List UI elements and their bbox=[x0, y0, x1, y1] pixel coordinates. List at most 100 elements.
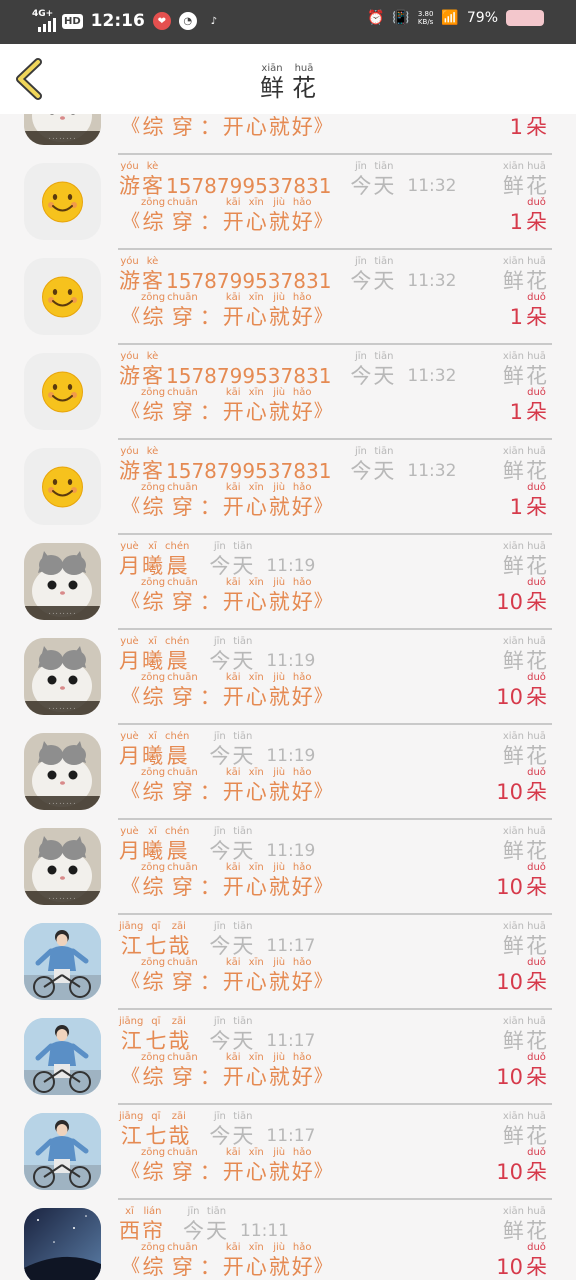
list-item[interactable]: xī 西 lián 帘 jīn 今 tiān 天 11:11 《 zōng 综 chuān 穿： kāi 开 x… bbox=[0, 1200, 576, 1280]
quote-open: 《 bbox=[122, 591, 140, 612]
cat-avatar[interactable]: · · · · · · · · bbox=[24, 638, 101, 715]
cat-avatar[interactable]: · · · · · · · · bbox=[24, 733, 101, 810]
man-bike-avatar[interactable] bbox=[24, 1113, 101, 1190]
pinyin: jīn bbox=[354, 351, 367, 362]
night-sky-avatar[interactable] bbox=[24, 1208, 101, 1280]
ruby-char: chuān 穿 bbox=[167, 197, 198, 235]
pinyin: jīn bbox=[187, 1206, 200, 1217]
hanzi: 朵 bbox=[526, 970, 547, 994]
time-value: 11:17 bbox=[266, 1031, 316, 1051]
cat-avatar[interactable]: · · · · · · · · bbox=[24, 828, 101, 905]
list-item[interactable]: · · · · · · · · yuè 月 xī 曦 chén 晨 jīn 今 tiān 天 11:1… bbox=[0, 535, 576, 630]
flower-label: xiān 鲜 huā 花 bbox=[502, 921, 548, 959]
pinyin: kè bbox=[146, 256, 159, 267]
list-item[interactable]: · · · · · · · · yuè 月 xī 曦 chén 晨 jīn 今 tiān 天 11:1… bbox=[0, 725, 576, 820]
list-item[interactable]: · · · · · · · · yuè 月 xī 曦 chén 晨 jīn 今 tiān 天 11:1… bbox=[0, 820, 576, 915]
pinyin: jiù bbox=[273, 197, 286, 208]
list-item[interactable]: jiāng 江 qī 七 zāi 哉 jīn 今 tiān 天 11:17 《 zōng 综 chuān 穿：… bbox=[0, 1105, 576, 1200]
ruby-char: chén 晨 bbox=[165, 826, 189, 864]
send-time: jīn 今 tiān 天 11:17 bbox=[208, 921, 315, 959]
hanzi: 综 bbox=[142, 780, 164, 804]
count-number: 10 bbox=[496, 1255, 523, 1279]
pinyin: jiù bbox=[273, 862, 286, 873]
hanzi: 游 bbox=[119, 364, 140, 388]
pinyin: hǎo bbox=[292, 1147, 312, 1158]
ruby-char: yuè 月 bbox=[119, 731, 140, 769]
ruby-char: zōng 综 bbox=[141, 1052, 165, 1090]
gift-target: 《zōng综chuān穿：kāi开xīn心jiù就hǎo好》 bbox=[122, 387, 332, 425]
gift-target: 《zōng综chuān穿：kāi开xīn心jiù就hǎo好》 bbox=[122, 197, 332, 235]
cat-avatar[interactable]: · · · · · · · · bbox=[24, 543, 101, 620]
list-item[interactable]: yóu 游 kè 客 1578799537831 jīn 今 tiān 天 11:32 《 zōng 综… bbox=[0, 250, 576, 345]
ruby-char: huā 花 bbox=[526, 256, 547, 294]
ruby-char: jīn 今 bbox=[350, 256, 371, 294]
ruby-char: jiù 就 bbox=[269, 1242, 290, 1280]
quote-close: 》 bbox=[313, 116, 332, 137]
hanzi: 客 bbox=[142, 459, 163, 483]
smiley-avatar[interactable] bbox=[24, 353, 101, 430]
list-item[interactable]: jiāng 江 qī 七 zāi 哉 jīn 今 tiān 天 11:17 《 zōng 综 chuān 穿：… bbox=[0, 1010, 576, 1105]
hanzi: ： bbox=[199, 400, 221, 424]
ruby-char: hǎo 好 bbox=[292, 957, 313, 995]
pinyin: xīn bbox=[248, 482, 264, 493]
pinyin: jīn bbox=[213, 1111, 226, 1122]
pinyin: xīn bbox=[248, 387, 264, 398]
flower-label: xiān 鲜 huā 花 bbox=[502, 446, 548, 484]
pinyin: chén bbox=[165, 731, 190, 742]
pinyin: huā bbox=[527, 731, 546, 742]
pinyin: chuān bbox=[167, 577, 198, 588]
ruby-char: duǒ 朵 bbox=[526, 1052, 547, 1090]
ruby-char: tiān 天 bbox=[373, 256, 394, 294]
ruby-char: duǒ 朵 bbox=[526, 767, 547, 805]
hanzi: 开 bbox=[222, 400, 244, 424]
hanzi: 花 bbox=[526, 269, 547, 293]
list-item[interactable]: jiāng 江 qī 七 zāi 哉 jīn 今 tiān 天 11:17 《 zōng 综 chuān 穿：… bbox=[0, 915, 576, 1010]
list-item[interactable]: yóu 游 kè 客 1578799537831 jīn 今 tiān 天 11:32 《 zōng 综… bbox=[0, 440, 576, 535]
smiley-avatar[interactable] bbox=[24, 258, 101, 335]
flower-count: 10 duǒ 朵 bbox=[496, 862, 548, 900]
count-number: 1 bbox=[509, 115, 523, 139]
hd-badge: HD bbox=[62, 13, 83, 29]
item-header: yóu 游 kè 客 1578799537831 jīn 今 tiān 天 11:32 bbox=[118, 351, 456, 389]
ruby-char: xī 曦 bbox=[142, 731, 163, 769]
man-bike-avatar[interactable] bbox=[24, 1018, 101, 1095]
cat-avatar[interactable]: · · · · · · · · bbox=[24, 114, 101, 145]
ruby-char: ： bbox=[200, 387, 221, 425]
hanzi: 天 bbox=[232, 839, 254, 863]
ruby-char: tiān 天 bbox=[232, 541, 253, 579]
hanzi: 心 bbox=[245, 780, 267, 804]
time-value: 11:19 bbox=[266, 556, 316, 576]
hanzi: 穿 bbox=[171, 875, 193, 899]
ruby-char: zōng 综 bbox=[141, 387, 165, 425]
pinyin: duǒ bbox=[527, 1242, 546, 1253]
gift-target: 《zōng综chuān穿：kāi开xīn心jiù就hǎo好》 bbox=[122, 957, 332, 995]
ruby-char: kè 客 bbox=[142, 161, 163, 199]
hanzi: 就 bbox=[268, 115, 290, 139]
quote-text: zōng 综chuān 穿： kāi 开 xīn 心 jiù 就hǎo 好 bbox=[140, 1052, 314, 1090]
ruby-char: yóu 游 bbox=[119, 161, 140, 199]
hanzi: 穿 bbox=[171, 210, 193, 234]
pinyin: zōng bbox=[141, 577, 166, 588]
list-item[interactable]: · · · · · · · · yuè 月 xī 曦 chén 晨 jīn 今 tiān 天 11:1… bbox=[0, 630, 576, 725]
pinyin: xī bbox=[148, 541, 157, 552]
pinyin: duǒ bbox=[527, 577, 546, 588]
man-bike-avatar[interactable] bbox=[24, 923, 101, 1000]
list-item[interactable]: yóu 游 kè 客 1578799537831 jīn 今 tiān 天 11:32 《 zōng 综… bbox=[0, 345, 576, 440]
gift-list[interactable]: · · · · · · · · yóu游kè客1578799537831jīn今t… bbox=[0, 114, 576, 1280]
smiley-avatar[interactable] bbox=[24, 448, 101, 525]
hanzi: 鲜 bbox=[502, 744, 524, 768]
ruby-char: yuè 月 bbox=[119, 541, 140, 579]
hanzi: 穿 bbox=[171, 1160, 193, 1184]
smiley-avatar[interactable] bbox=[24, 163, 101, 240]
gift-target: 《zōng综chuān穿：kāi开xīn心jiù就hǎo好》 bbox=[122, 114, 332, 140]
list-item[interactable]: · · · · · · · ·yóu游kè客1578799537831jīn今t… bbox=[0, 114, 576, 155]
ruby-char: yuè 月 bbox=[119, 636, 140, 674]
vibrate-icon: 📳 bbox=[392, 10, 410, 26]
ruby-char: xiān 鲜 bbox=[503, 921, 524, 959]
hanzi: 心 bbox=[245, 1065, 267, 1089]
ruby-char: jīn 今 bbox=[209, 921, 230, 959]
list-item[interactable]: yóu 游 kè 客 1578799537831 jīn 今 tiān 天 11:32 《 zōng 综… bbox=[0, 155, 576, 250]
pinyin: xī bbox=[125, 1206, 134, 1217]
unit-label: duǒ 朵 bbox=[525, 482, 548, 520]
ruby-char: xīn 心 bbox=[246, 767, 267, 805]
